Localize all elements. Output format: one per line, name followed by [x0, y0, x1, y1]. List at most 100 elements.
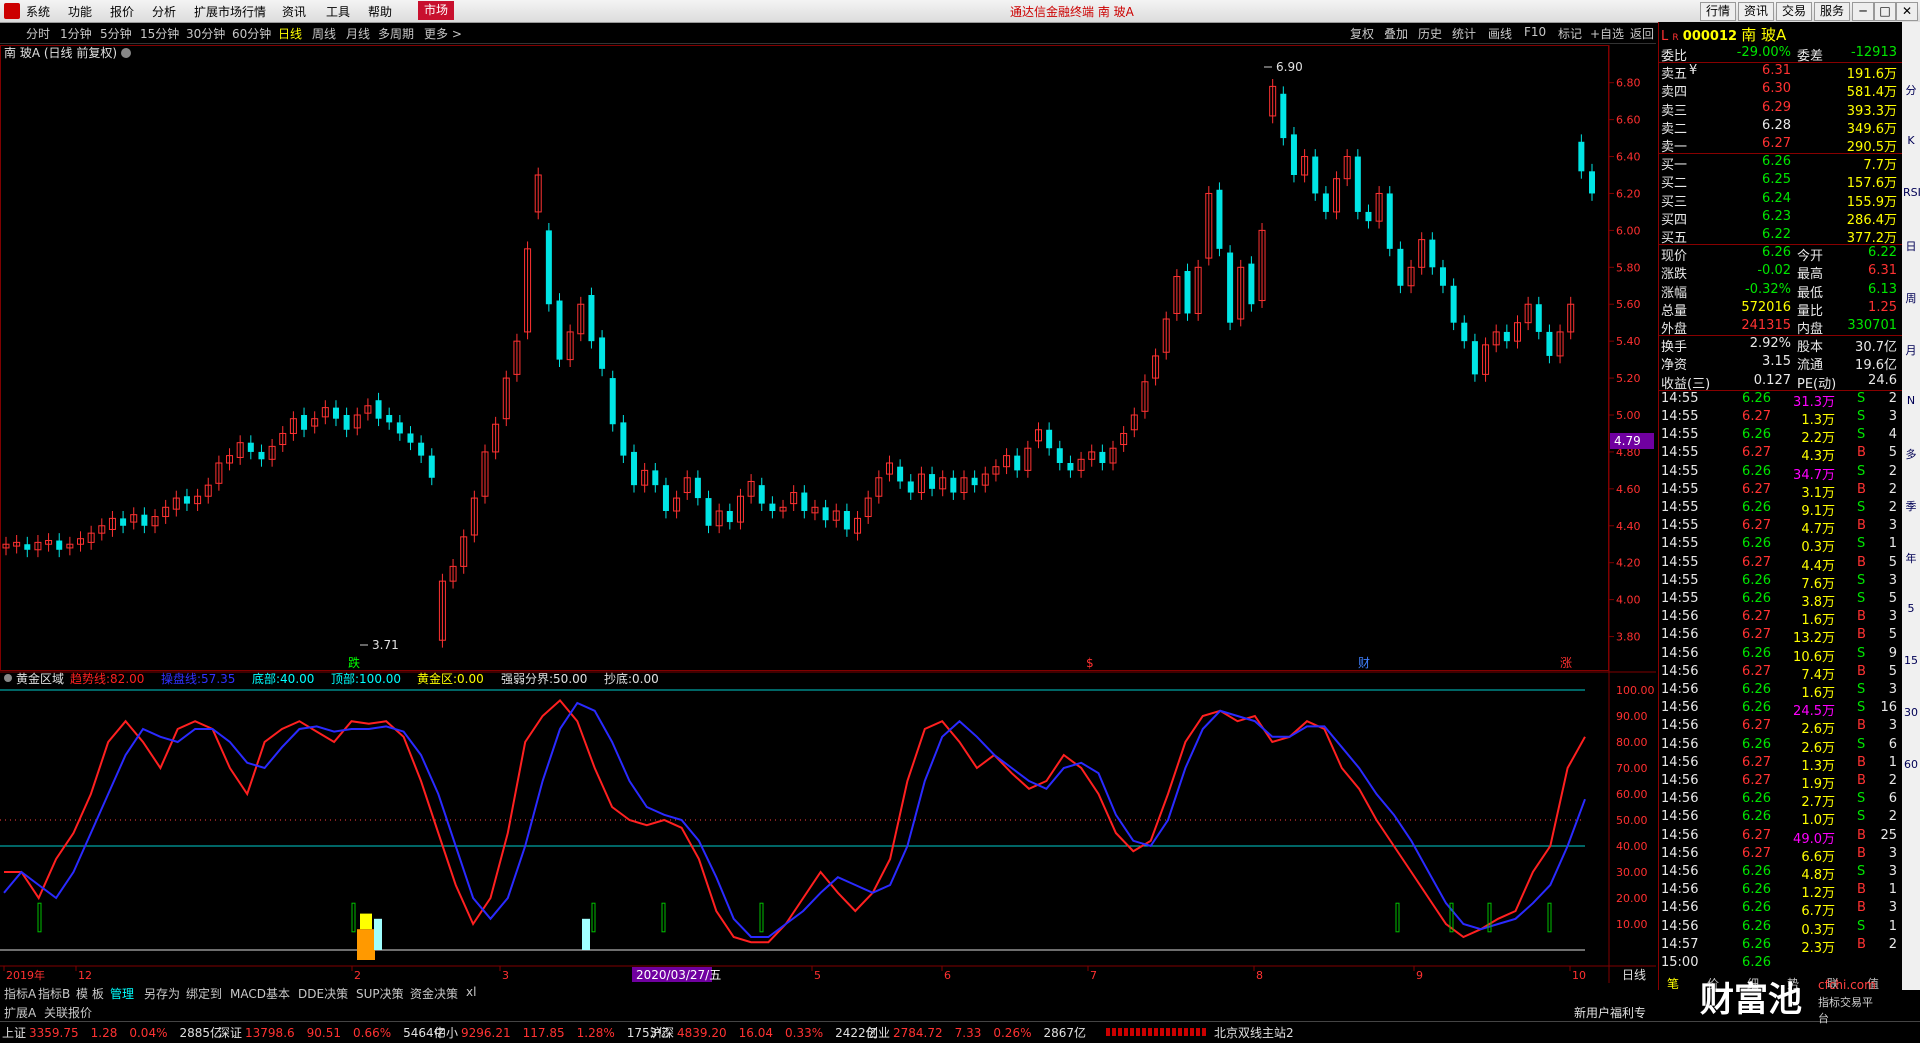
sidebar-shortcut-icon[interactable]: 月: [1903, 342, 1919, 358]
sidebar-shortcut-icon[interactable]: 季: [1903, 498, 1919, 514]
bottom-tab[interactable]: DDE决策: [298, 985, 348, 1002]
maximize-button[interactable]: □: [1874, 2, 1896, 21]
menu-news[interactable]: 资讯: [282, 3, 306, 20]
menu-help[interactable]: 帮助: [368, 3, 392, 20]
indicator-tick-label: 10.00: [1616, 918, 1648, 931]
sidebar-shortcut-icon[interactable]: 日: [1903, 238, 1919, 254]
sidebar-shortcut-icon[interactable]: RSI: [1903, 186, 1920, 199]
tool-stats[interactable]: 统计: [1452, 25, 1476, 42]
menu-tools[interactable]: 工具: [326, 3, 350, 20]
minimize-button[interactable]: ─: [1852, 2, 1874, 21]
period-daily[interactable]: 日线: [278, 25, 302, 42]
tab-ext-a[interactable]: 扩展A: [4, 1004, 36, 1021]
period-monthly[interactable]: 月线: [346, 25, 370, 42]
server-name[interactable]: 北京双线主站2: [1214, 1024, 1294, 1041]
sidebar-shortcut-icon[interactable]: 年: [1903, 550, 1919, 566]
candle-body-down: [183, 496, 190, 504]
top-button-trade[interactable]: 交易: [1776, 2, 1813, 21]
period-5min[interactable]: 5分钟: [100, 25, 132, 42]
golden-zone-block: [582, 918, 590, 950]
tick-side: S: [1857, 536, 1866, 552]
bottom-tab[interactable]: xl: [466, 985, 476, 999]
tick-time: 14:55: [1661, 554, 1699, 570]
menu-ext-market[interactable]: 扩展市场行情: [194, 3, 266, 20]
tick-count: 5: [1888, 445, 1897, 461]
sidebar-shortcut-icon[interactable]: 多: [1903, 446, 1919, 462]
tool-back[interactable]: 返回: [1630, 25, 1654, 42]
index-quote[interactable]: 深证 13798.6 90.51 0.66% 5464亿: [218, 1024, 446, 1041]
sidebar-shortcut-icon[interactable]: 5: [1903, 602, 1919, 615]
market-button[interactable]: 市场: [418, 1, 455, 20]
index-name: 深证: [218, 1026, 243, 1040]
kline-chart[interactable]: 南 玻A (日线 前复权) 6.80 6.60 6.40 6.20 6.00 5.80 5.…: [0, 45, 1656, 983]
menu-quote[interactable]: 报价: [110, 3, 134, 20]
tick-row: 14:55 6.26 3.8万 S 5: [1659, 590, 1902, 610]
sidebar-shortcut-icon[interactable]: 30: [1903, 706, 1919, 719]
period-more[interactable]: 更多 >: [424, 25, 462, 42]
menu-system[interactable]: 系统: [26, 3, 50, 20]
tick-time: 14:56: [1661, 682, 1699, 697]
bottom-tab[interactable]: MACD基本: [230, 985, 290, 1002]
index-quote[interactable]: 上证 3359.75 1.28 0.04% 2885亿: [2, 1024, 222, 1041]
period-multi[interactable]: 多周期: [378, 25, 414, 42]
bottom-tab[interactable]: 指标A: [4, 985, 36, 1002]
sidebar-shortcut-icon[interactable]: 周: [1903, 290, 1919, 306]
sidebar-shortcut-icon[interactable]: K: [1903, 134, 1919, 147]
quote-footer-tab[interactable]: 笔: [1667, 975, 1679, 992]
period-timeshare[interactable]: 分时: [26, 25, 50, 42]
tick-price: 6.26: [1742, 645, 1771, 661]
period-1min[interactable]: 1分钟: [60, 25, 92, 42]
tick-time: 14:55: [1661, 572, 1699, 588]
index-value: 4839.20: [677, 1026, 727, 1040]
tick-side: S: [1857, 463, 1866, 479]
sidebar-shortcut-icon[interactable]: 60: [1903, 758, 1919, 771]
event-mark-finance: 财: [1358, 656, 1370, 670]
bottom-tab[interactable]: 绑定到: [186, 985, 222, 1002]
menu-analysis[interactable]: 分析: [152, 3, 176, 20]
bottom-tab[interactable]: 模 板: [76, 985, 104, 1002]
tick-price: 6.27: [1742, 445, 1771, 461]
tool-overlay[interactable]: 叠加: [1384, 25, 1408, 42]
tool-draw[interactable]: 画线: [1488, 25, 1512, 42]
sidebar-shortcut-icon[interactable]: 分: [1903, 82, 1919, 98]
tool-adjust[interactable]: 复权: [1350, 25, 1374, 42]
period-30min[interactable]: 30分钟: [186, 25, 225, 42]
candle-body-down: [120, 518, 127, 526]
tick-count: 3: [1888, 864, 1897, 879]
period-60min[interactable]: 60分钟: [232, 25, 271, 42]
top-button-quote[interactable]: 行情: [1700, 2, 1737, 21]
top-button-service[interactable]: 服务: [1814, 2, 1851, 21]
tick-count: 5: [1888, 627, 1897, 643]
candle-body-down: [929, 474, 936, 489]
index-quote[interactable]: 中小 9296.21 117.85 1.28% 1753亿: [434, 1024, 669, 1041]
sidebar-shortcut-icon[interactable]: 15: [1903, 654, 1919, 667]
bid-volume: 377.2万: [1846, 231, 1897, 246]
index-quote[interactable]: 沪深 4839.20 16.04 0.33% 2422亿: [650, 1024, 878, 1041]
tool-add-watch[interactable]: +自选: [1590, 25, 1624, 42]
tick-side: B: [1857, 900, 1866, 916]
tick-time: 14:56: [1661, 900, 1699, 916]
tool-f10[interactable]: F10: [1524, 25, 1546, 39]
candle-body-down: [1056, 448, 1063, 463]
bottom-tab[interactable]: 资金决策: [410, 985, 458, 1002]
tick-volume: 2.7万: [1801, 795, 1835, 811]
bottom-tab[interactable]: 管理: [110, 985, 134, 1002]
tick-volume: 3.1万: [1801, 485, 1835, 501]
index-quote[interactable]: 创业 2784.72 7.33 0.26% 2867亿: [866, 1024, 1086, 1041]
period-weekly[interactable]: 周线: [312, 25, 336, 42]
close-button[interactable]: ✕: [1896, 2, 1918, 21]
tool-mark[interactable]: 标记: [1558, 25, 1582, 42]
tab-linked-quote[interactable]: 关联报价: [44, 1004, 92, 1021]
candle-body-down: [1439, 267, 1446, 286]
bottom-tab[interactable]: 另存为: [144, 985, 180, 1002]
menu-function[interactable]: 功能: [68, 3, 92, 20]
tick-price: 6.26: [1742, 700, 1771, 716]
tool-history[interactable]: 历史: [1418, 25, 1442, 42]
sidebar-shortcut-icon[interactable]: N: [1903, 394, 1919, 407]
period-15min[interactable]: 15分钟: [140, 25, 179, 42]
top-button-news[interactable]: 资讯: [1738, 2, 1775, 21]
stat-value-2: 6.31: [1868, 263, 1897, 279]
bottom-tab[interactable]: SUP决策: [356, 985, 404, 1002]
tick-count: 6: [1888, 791, 1897, 807]
bottom-tab[interactable]: 指标B: [38, 985, 70, 1002]
